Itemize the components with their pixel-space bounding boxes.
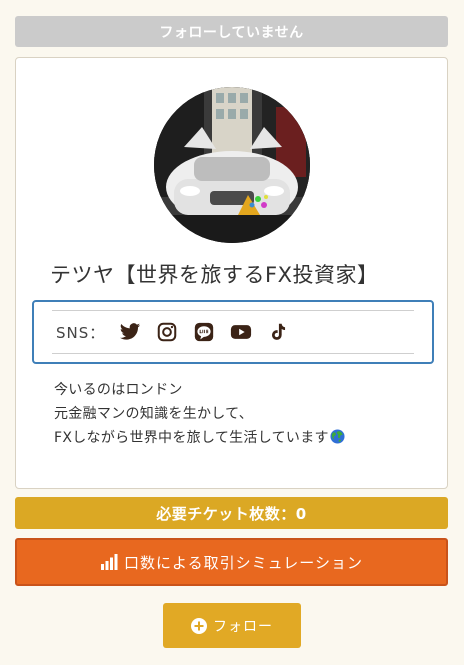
trade-simulation-label: 口数による取引シミュレーション xyxy=(124,553,363,572)
sns-label: SNS： xyxy=(56,323,106,342)
profile-page: フォローしていません テツヤ【世界を旅するFX投資家】 SNS： 今いるのはロン… xyxy=(0,0,464,665)
follow-status-bar: フォローしていません xyxy=(15,16,448,47)
sns-row: SNS： xyxy=(52,310,414,354)
car-photo-avatar xyxy=(154,87,310,243)
profile-card: テツヤ【世界を旅するFX投資家】 SNS： 今いるのはロンドン 元金融マンの知識… xyxy=(15,57,448,489)
profile-name: テツヤ【世界を旅するFX投資家】 xyxy=(50,263,379,287)
trade-simulation-button[interactable]: 口数による取引シミュレーション xyxy=(15,538,448,586)
plus-circle-icon xyxy=(191,617,207,634)
bio-line-1: 今いるのはロンドン xyxy=(54,382,183,398)
earth-globe-icon xyxy=(330,429,345,444)
follow-button[interactable]: フォロー xyxy=(163,603,301,648)
twitter-icon[interactable] xyxy=(119,321,141,343)
profile-bio: 今いるのはロンドン 元金融マンの知識を生かして、 FXしながら世界中を旅して生活… xyxy=(54,378,434,450)
follow-button-label: フォロー xyxy=(213,618,273,635)
bar-chart-icon xyxy=(101,554,118,570)
follow-status-label: フォローしていません xyxy=(159,24,304,41)
ticket-count-bar: 必要チケット枚数：0 xyxy=(15,497,448,529)
bio-line-3: FXしながら世界中を旅して生活しています xyxy=(54,426,434,450)
sns-section: SNS： xyxy=(32,300,434,364)
bio-line-3-text: FXしながら世界中を旅して生活しています xyxy=(54,430,329,446)
ticket-count-label: 必要チケット枚数：0 xyxy=(156,504,307,523)
line-icon[interactable] xyxy=(193,321,215,343)
instagram-icon[interactable] xyxy=(156,321,178,343)
bio-line-2: 元金融マンの知識を生かして、 xyxy=(54,406,254,422)
tiktok-icon[interactable] xyxy=(267,321,289,343)
profile-avatar xyxy=(154,87,310,243)
youtube-icon[interactable] xyxy=(230,321,252,343)
